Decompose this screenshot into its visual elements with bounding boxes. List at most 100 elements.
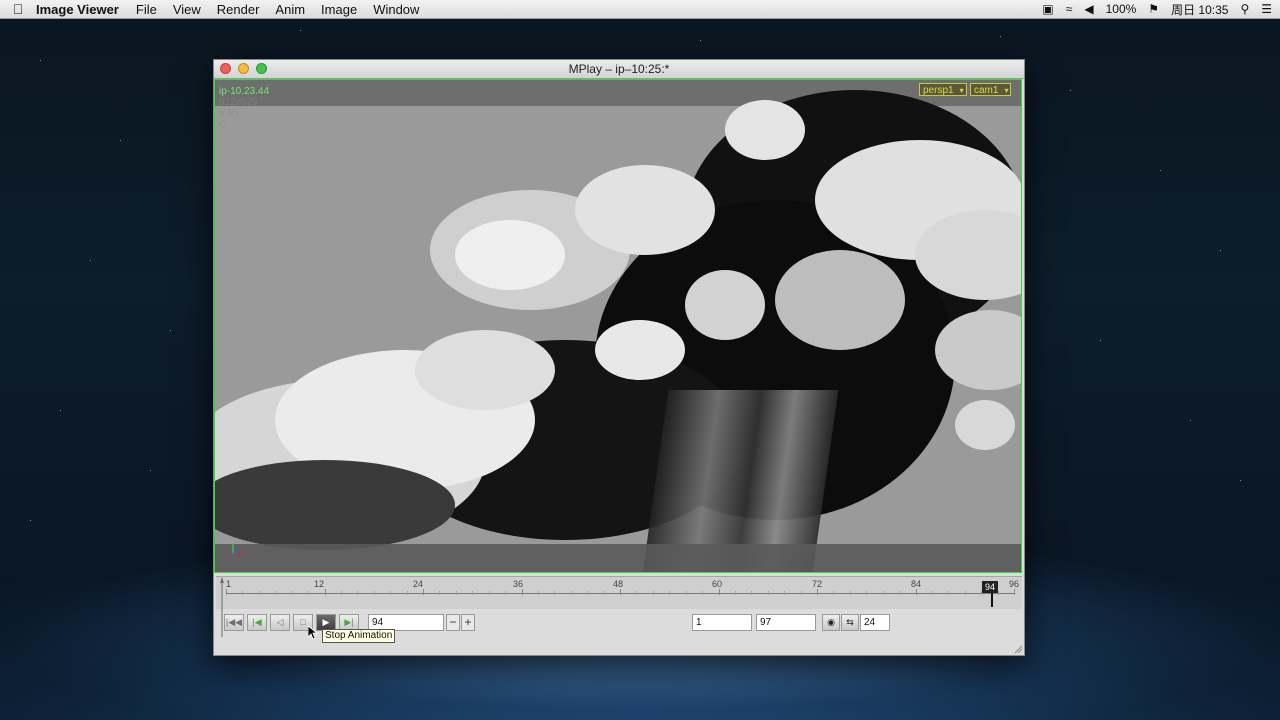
minimize-window-button[interactable] [238, 63, 249, 74]
realtime-clock-icon: ◉ [827, 617, 835, 627]
volume-icon[interactable]: ◀ [1084, 2, 1093, 16]
camera-select-dropdown[interactable]: persp1 ▾ [919, 83, 967, 96]
step-back-icon: |◀ [252, 617, 262, 627]
menu-window[interactable]: Window [373, 2, 419, 17]
timeline-tick [620, 589, 621, 595]
timeline-label-48: 48 [613, 579, 624, 589]
timeline-label-12: 12 [314, 579, 325, 589]
menu-app-name[interactable]: Image Viewer [36, 2, 119, 17]
mplay-window: MPlay – ip–10:25:* ip-10.23.44 512x579 f… [213, 59, 1025, 656]
timeline-tick [455, 591, 457, 595]
skip-start-icon: |◀◀ [225, 617, 243, 627]
timeline-tick [275, 591, 277, 595]
mouse-cursor-icon [308, 626, 318, 640]
timeline-tick [603, 591, 605, 595]
image-viewport[interactable]: ip-10.23.44 512x579 fr 93 C persp1 ▾ cam1… [214, 79, 1022, 573]
timeline-label-24: 24 [413, 579, 424, 589]
hud-frame: fr 93 [219, 108, 240, 119]
frame-timeline[interactable]: 1 12 24 36 48 60 72 84 96 94 [216, 576, 1022, 637]
resize-grip-icon[interactable] [1013, 644, 1023, 654]
realtime-toggle-button[interactable]: ◉ [822, 614, 840, 631]
frame-decrement-button[interactable]: − [446, 614, 460, 631]
timeline-tick [258, 591, 260, 595]
timeline-tick [373, 591, 375, 595]
menu-anim[interactable]: Anim [275, 2, 305, 17]
range-start-field[interactable]: 1 [692, 614, 752, 631]
timeline-tick [570, 591, 572, 595]
camera-name-label: cam1 [974, 85, 999, 96]
step-forward-icon: ▶| [344, 617, 354, 627]
timeline-tick [439, 591, 441, 595]
timeline-label-96: 96 [1009, 579, 1020, 589]
battery-level[interactable]: 100% [1106, 2, 1137, 16]
timeline-tick [685, 591, 687, 595]
camera-select-label: persp1 [923, 85, 954, 96]
menu-status-area: ▣ ≈ ◀ 100% ⚑ 周日 10:35 ⚲ ☰ [1030, 0, 1272, 18]
timeline-tick [817, 589, 818, 595]
timeline-tick [406, 591, 408, 595]
menu-view[interactable]: View [173, 2, 201, 17]
timeline-tick [734, 591, 736, 595]
tooltip: Stop Animation [322, 629, 396, 643]
timeline-tick [915, 589, 917, 595]
play-reverse-button[interactable]: ◁ [270, 614, 290, 631]
timeline-tick [767, 591, 769, 595]
timeline-tick [784, 591, 786, 595]
timeline-tick [357, 591, 359, 595]
viewport-hud: ip-10.23.44 512x579 fr 93 C [219, 86, 269, 130]
timeline-tick [488, 591, 490, 595]
range-end-field[interactable]: 97 [756, 614, 816, 631]
timeline-tick [899, 591, 901, 595]
fps-field[interactable]: 24 [860, 614, 890, 631]
clock[interactable]: 周日 10:35 [1171, 1, 1228, 18]
timeline-tick [751, 591, 753, 595]
step-back-button[interactable]: |◀ [247, 614, 267, 631]
jump-to-start-button[interactable]: |◀◀ [224, 614, 244, 631]
timeline-tick [554, 591, 556, 595]
timeline-tick [226, 589, 227, 595]
spotlight-search-icon[interactable]: ⚲ [1240, 2, 1249, 16]
zoom-window-button[interactable] [256, 63, 267, 74]
timeline-tick [718, 589, 720, 595]
timeline-tick [324, 589, 326, 595]
timeline-tick [948, 591, 950, 595]
window-titlebar[interactable]: MPlay – ip–10:25:* [214, 60, 1024, 79]
frame-increment-button[interactable]: + [461, 614, 475, 631]
timeline-tick [505, 591, 507, 595]
timeline-label-72: 72 [812, 579, 823, 589]
timeline-tick [537, 591, 539, 595]
timeline-tick [652, 591, 654, 595]
menu-image[interactable]: Image [321, 2, 357, 17]
timeline-tick [964, 591, 966, 595]
input-flag-icon[interactable]: ⚑ [1148, 2, 1159, 16]
axis-gizmo-icon [232, 544, 243, 555]
render-timestamp: ip-10.23.44 [219, 86, 270, 97]
timeline-tick [669, 591, 671, 595]
timeline-tick [472, 591, 474, 595]
playhead-line[interactable] [991, 593, 993, 607]
menu-render[interactable]: Render [217, 2, 260, 17]
current-frame-marker[interactable]: 94 [982, 581, 999, 593]
menu-file[interactable]: File [136, 2, 157, 17]
apple-menu-icon[interactable]:  [0, 1, 36, 17]
loop-mode-button[interactable]: ⇆ [841, 614, 859, 631]
loop-icon: ⇆ [846, 617, 854, 627]
notification-center-icon[interactable]: ☰ [1261, 2, 1272, 16]
timeline-label-84: 84 [911, 579, 922, 589]
hud-channel: C [219, 119, 227, 130]
menu-bar:  Image Viewer File View Render Anim Ima… [0, 0, 1280, 19]
timeline-tick [242, 591, 244, 595]
timeline-tick [636, 591, 638, 595]
timeline-tick [587, 591, 589, 595]
timeline-tick [423, 589, 424, 595]
wifi-icon[interactable]: ≈ [1066, 2, 1073, 16]
timeline-tick [1014, 589, 1015, 595]
window-title: MPlay – ip–10:25:* [568, 62, 670, 76]
close-window-button[interactable] [220, 63, 231, 74]
timeline-tick [849, 591, 851, 595]
timeline-tick [521, 589, 523, 595]
timeline-tick [390, 591, 392, 595]
timeline-tick [702, 591, 704, 595]
camera-name-dropdown[interactable]: cam1 ▾ [970, 83, 1012, 96]
screen-record-icon[interactable]: ▣ [1042, 2, 1053, 16]
